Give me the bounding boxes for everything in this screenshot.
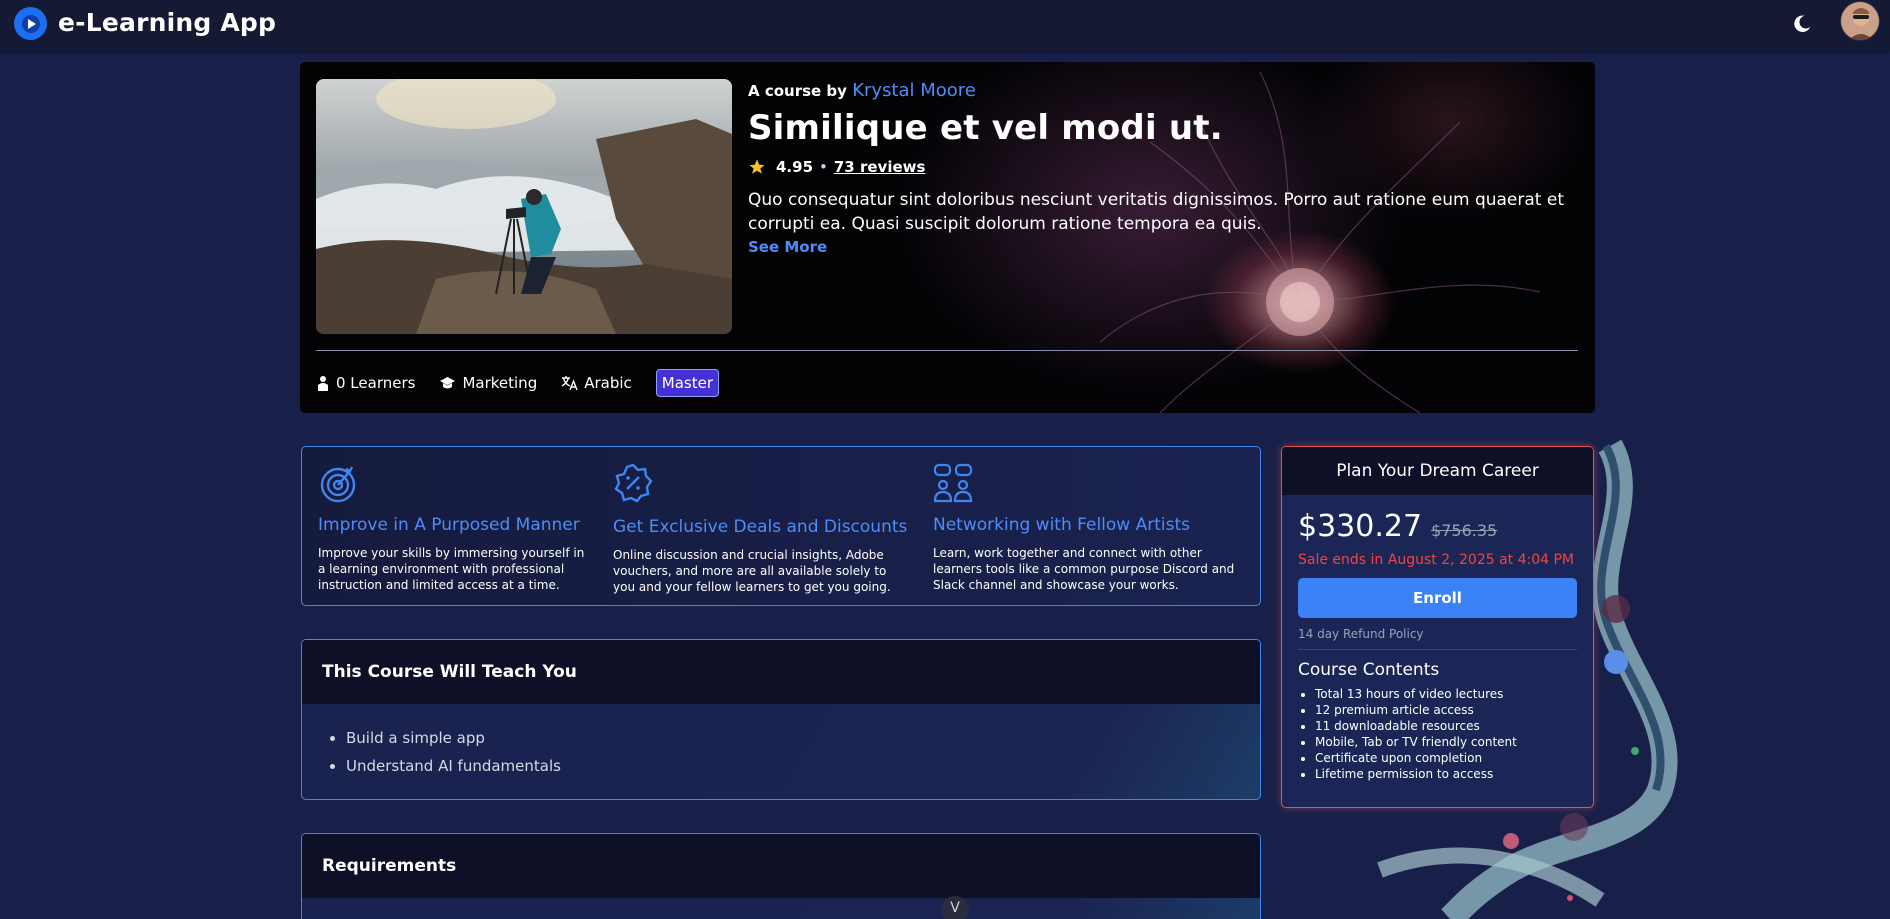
feature-description: Online discussion and crucial insights, … xyxy=(613,548,891,594)
pricing-header: Plan Your Dream Career xyxy=(1282,447,1593,495)
course-contents-title: Course Contents xyxy=(1298,660,1440,680)
discount-badge-icon xyxy=(614,463,653,503)
list-item: Certificate upon completion xyxy=(1315,750,1577,766)
list-item: Mobile, Tab or TV friendly content xyxy=(1315,734,1577,750)
features-card: Improve in A Purposed Manner Improve you… xyxy=(301,446,1261,606)
top-navbar: e-Learning App xyxy=(0,0,1890,51)
byline-prefix: A course by xyxy=(748,82,847,100)
language-label: Arabic xyxy=(584,374,632,392)
level-badge: Master xyxy=(655,369,720,397)
rating-row: 4.95 • 73 reviews xyxy=(748,156,1580,178)
target-icon xyxy=(320,466,356,503)
feature-networking: Networking with Fellow Artists Learn, wo… xyxy=(933,463,1245,593)
reviews-link[interactable]: 73 reviews xyxy=(834,158,926,176)
feature-title: Improve in A Purposed Manner xyxy=(318,515,580,535)
feature-description: Improve your skills by immersing yoursel… xyxy=(318,546,585,592)
list-item: Lifetime permission to access xyxy=(1315,766,1577,782)
feature-title: Networking with Fellow Artists xyxy=(933,515,1190,535)
see-more-link[interactable]: See More xyxy=(748,238,1580,256)
play-logo-icon[interactable] xyxy=(14,7,47,40)
author-link[interactable]: Krystal Moore xyxy=(852,80,976,101)
people-chat-icon xyxy=(933,463,973,503)
sale-countdown: Sale ends in August 2, 2025 at 4:04 PM xyxy=(1298,552,1575,568)
requirements-title: Requirements xyxy=(302,834,1260,898)
course-byline: A course by Krystal Moore xyxy=(748,80,1580,102)
pricing-card: Plan Your Dream Career $330.27 $756.35 S… xyxy=(1281,446,1594,808)
pricing-divider xyxy=(1298,649,1577,650)
course-thumbnail xyxy=(316,79,732,334)
teach-title: This Course Will Teach You xyxy=(302,640,1260,704)
course-meta-row: 0 Learners Marketing Arabic Master xyxy=(316,369,720,397)
course-description: Quo consequatur sint doloribus nesciunt … xyxy=(748,190,1564,234)
course-contents-list: Total 13 hours of video lectures 12 prem… xyxy=(1298,686,1577,782)
teach-list: Build a simple app Understand AI fundame… xyxy=(302,704,1260,780)
graduation-cap-icon xyxy=(440,377,456,389)
price-row: $330.27 $756.35 xyxy=(1298,509,1577,544)
meta-learners: 0 Learners xyxy=(316,374,415,392)
course-info: A course by Krystal Moore Similique et v… xyxy=(748,80,1580,256)
translate-icon xyxy=(561,376,578,391)
pricing-body: $330.27 $756.35 Sale ends in August 2, 2… xyxy=(1282,495,1593,796)
learners-count: 0 Learners xyxy=(336,374,416,392)
scroll-down-button[interactable]: V xyxy=(941,896,969,919)
rating-score: 4.95 xyxy=(776,158,814,176)
list-item: 11 downloadable resources xyxy=(1315,718,1577,734)
enroll-button[interactable]: Enroll xyxy=(1298,578,1577,618)
feature-description: Learn, work together and connect with ot… xyxy=(933,546,1235,592)
list-item: 12 premium article access xyxy=(1315,702,1577,718)
refund-policy: 14 day Refund Policy xyxy=(1298,627,1424,641)
current-price: $330.27 xyxy=(1298,509,1423,544)
star-icon xyxy=(749,159,765,174)
teach-card: This Course Will Teach You Build a simpl… xyxy=(301,639,1261,800)
list-item: Understand AI fundamentals xyxy=(346,752,1260,780)
list-item: Build a simple app xyxy=(346,724,1260,752)
learner-icon xyxy=(318,376,328,391)
list-item: Total 13 hours of video lectures xyxy=(1315,686,1577,702)
meta-category: Marketing xyxy=(439,374,537,392)
category-label: Marketing xyxy=(462,374,538,392)
app-title[interactable]: e-Learning App xyxy=(58,8,276,37)
meta-language: Arabic xyxy=(561,374,632,392)
rating-separator: • xyxy=(819,158,828,176)
feature-title: Get Exclusive Deals and Discounts xyxy=(613,517,908,537)
feature-purposed: Improve in A Purposed Manner Improve you… xyxy=(318,463,594,593)
original-price: $756.35 xyxy=(1431,521,1498,540)
course-title: Similique et vel modi ut. xyxy=(748,108,1223,148)
course-hero: A course by Krystal Moore Similique et v… xyxy=(300,62,1595,413)
user-avatar[interactable] xyxy=(1840,1,1880,41)
moon-icon[interactable] xyxy=(1791,13,1813,35)
hero-divider xyxy=(316,350,1578,351)
requirements-card: Requirements xyxy=(301,833,1261,919)
feature-deals: Get Exclusive Deals and Discounts Online… xyxy=(613,463,911,595)
